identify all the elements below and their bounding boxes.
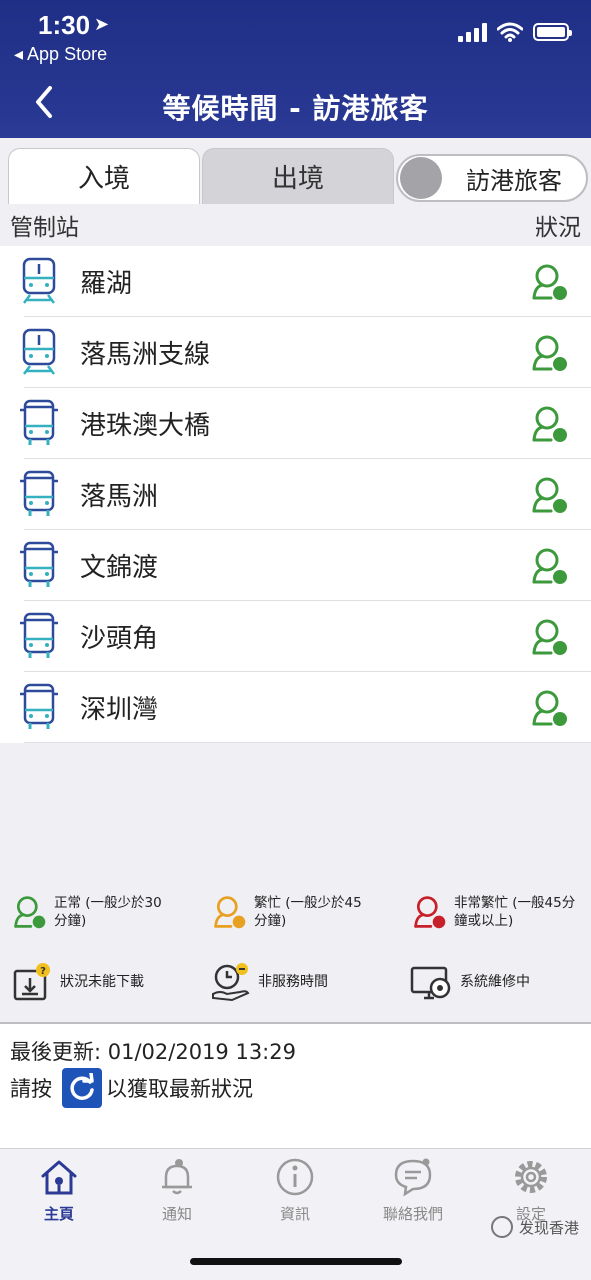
station-list: 羅湖 落馬洲支線 港珠澳大橋 落馬洲 文錦渡 沙頭角 深圳灣 bbox=[0, 246, 591, 743]
busy-status-icon bbox=[214, 896, 246, 929]
bus-icon bbox=[20, 470, 58, 516]
station-row[interactable]: 文錦渡 bbox=[0, 530, 591, 601]
bell-icon bbox=[162, 1159, 192, 1195]
normal-status-icon bbox=[532, 548, 567, 584]
normal-status-icon bbox=[532, 477, 567, 513]
normal-status-icon bbox=[532, 406, 567, 442]
refresh-icon bbox=[70, 1073, 94, 1100]
legend-maintenance: 系統維修中 bbox=[410, 962, 530, 1002]
station-row[interactable]: 深圳灣 bbox=[0, 672, 591, 743]
chat-bubble-icon bbox=[394, 1158, 432, 1197]
normal-status-icon bbox=[532, 335, 567, 371]
svg-text:?: ? bbox=[40, 966, 46, 977]
nav-notify[interactable]: 通知 bbox=[118, 1157, 236, 1224]
system-maintenance-icon bbox=[410, 966, 451, 1000]
bus-icon bbox=[20, 541, 58, 587]
nav-contact[interactable]: 聯絡我們 bbox=[354, 1157, 472, 1224]
nav-settings[interactable]: 設定 bbox=[472, 1157, 590, 1224]
app-header: 1:30 ➤ ◂ App Store 等候時間 - 訪港旅客 bbox=[0, 0, 591, 138]
non-service-hours-icon bbox=[212, 963, 250, 1002]
direction-tabs: 入境 出境 訪港旅客 bbox=[0, 138, 591, 204]
info-icon bbox=[276, 1158, 314, 1196]
station-row[interactable]: 羅湖 bbox=[0, 246, 591, 317]
station-row[interactable]: 港珠澳大橋 bbox=[0, 388, 591, 459]
station-name: 落馬洲 bbox=[80, 482, 159, 512]
nav-home[interactable]: 主頁 bbox=[0, 1157, 118, 1224]
nav-info[interactable]: 資訊 bbox=[236, 1157, 354, 1224]
location-icon: ➤ bbox=[94, 14, 110, 35]
station-name: 羅湖 bbox=[80, 269, 133, 299]
legend-not-downloaded-label: 狀況未能下載 bbox=[60, 974, 144, 990]
home-icon bbox=[41, 1160, 77, 1195]
legend-non-service-label: 非服務時間 bbox=[258, 974, 328, 990]
normal-status-icon bbox=[14, 896, 46, 929]
legend-normal-line2: 分鐘) bbox=[54, 913, 87, 929]
last-update-text: 最後更新: 01/02/2019 13:29 bbox=[10, 1040, 296, 1064]
legend-busy: 繁忙 (一般少於45 分鐘) bbox=[212, 894, 362, 930]
column-header-station: 管制站 bbox=[10, 215, 79, 241]
wechat-logo-icon bbox=[490, 1216, 513, 1238]
legend-normal: 正常 (一般少於30 分鐘) bbox=[12, 894, 162, 930]
legend-non-service: 非服務時間 bbox=[210, 962, 328, 1002]
press-label: 請按 bbox=[10, 1077, 52, 1101]
toggle-knob[interactable] bbox=[400, 157, 442, 199]
legend-maintenance-label: 系統維修中 bbox=[460, 974, 530, 990]
station-name: 深圳灣 bbox=[80, 695, 159, 725]
nav-home-label: 主頁 bbox=[43, 1205, 74, 1223]
bus-icon bbox=[20, 612, 58, 658]
visitor-toggle[interactable]: 訪港旅客 bbox=[396, 154, 588, 202]
normal-status-icon bbox=[532, 264, 567, 300]
tab-entry[interactable]: 入境 bbox=[8, 148, 200, 204]
download-failed-icon: ? bbox=[13, 963, 50, 1001]
refresh-instruction: 請按 以獲取最新狀況 bbox=[10, 1068, 253, 1108]
refresh-hint: 以獲取最新狀況 bbox=[106, 1077, 253, 1101]
train-icon bbox=[22, 257, 56, 304]
tab-exit[interactable]: 出境 bbox=[202, 148, 394, 204]
gear-icon bbox=[515, 1161, 547, 1193]
station-name: 文錦渡 bbox=[80, 553, 159, 583]
status-indicators bbox=[458, 22, 572, 42]
toggle-label: 訪港旅客 bbox=[466, 166, 562, 195]
watermark-text: 发现香港 bbox=[518, 1218, 579, 1237]
station-name: 沙頭角 bbox=[80, 624, 159, 654]
battery-icon bbox=[533, 23, 572, 41]
bus-icon bbox=[20, 683, 58, 729]
wifi-icon bbox=[497, 22, 523, 42]
watermark: 发现香港 bbox=[490, 1216, 579, 1238]
cellular-signal-icon bbox=[458, 22, 487, 42]
station-name: 落馬洲支線 bbox=[80, 340, 211, 370]
legend-very-busy-line1: 非常繁忙 (一般45分 bbox=[454, 895, 576, 911]
normal-status-icon bbox=[532, 619, 567, 655]
nav-contact-label: 聯絡我們 bbox=[382, 1205, 443, 1223]
station-name: 港珠澳大橋 bbox=[80, 411, 211, 441]
back-to-app-store[interactable]: ◂ App Store bbox=[14, 44, 107, 65]
legend-very-busy: 非常繁忙 (一般45分 鐘或以上) bbox=[412, 894, 575, 930]
very-busy-status-icon bbox=[414, 896, 446, 929]
column-header-status: 狀況 bbox=[535, 215, 581, 241]
page-title: 等候時間 - 訪港旅客 bbox=[162, 92, 429, 125]
train-icon bbox=[22, 328, 56, 375]
legend-normal-line1: 正常 (一般少於30 bbox=[54, 895, 162, 911]
home-indicator bbox=[190, 1258, 402, 1265]
refresh-button[interactable] bbox=[62, 1068, 102, 1108]
station-row[interactable]: 落馬洲 bbox=[0, 459, 591, 530]
status-time: 1:30 bbox=[38, 10, 91, 40]
bus-icon bbox=[20, 399, 58, 445]
normal-status-icon bbox=[532, 690, 567, 726]
nav-notify-label: 通知 bbox=[161, 1205, 192, 1223]
update-panel: 最後更新: 01/02/2019 13:29 請按 以獲取最新狀況 bbox=[0, 1024, 591, 1148]
legend-busy-line1: 繁忙 (一般少於45 bbox=[254, 895, 362, 911]
legend-not-downloaded: ? 狀況未能下載 bbox=[12, 962, 144, 1002]
legend-very-busy-line2: 鐘或以上) bbox=[454, 913, 514, 929]
station-row[interactable]: 沙頭角 bbox=[0, 601, 591, 672]
nav-info-label: 資訊 bbox=[279, 1205, 310, 1223]
legend-busy-line2: 分鐘) bbox=[254, 913, 287, 929]
station-row[interactable]: 落馬洲支線 bbox=[0, 317, 591, 388]
